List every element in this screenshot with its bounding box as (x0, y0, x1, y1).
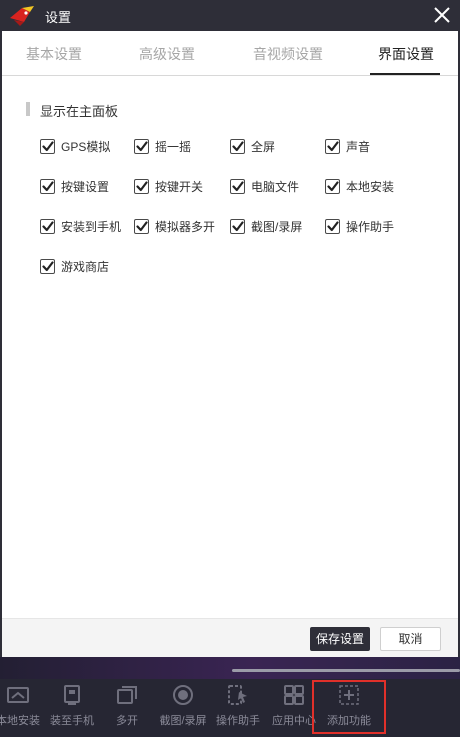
dock-item-install-to-phone[interactable]: 装至手机 (42, 683, 102, 731)
option-label: 本地安装 (346, 180, 395, 194)
checkbox-checked-icon[interactable] (134, 139, 149, 154)
checkbox-checked-icon[interactable] (325, 219, 340, 234)
install-to-phone-icon (64, 685, 80, 705)
dock-item-multi-instance[interactable]: 多开 (97, 683, 157, 731)
window-title: 设置 (45, 10, 72, 25)
tab-audio-video-settings[interactable]: 音视频设置 (253, 44, 323, 64)
dock-label: 装至手机 (50, 715, 94, 727)
dock-item-local-install[interactable]: 本地安装 (0, 683, 48, 731)
section-title: 显示在主面板 (40, 104, 119, 119)
option-label: 操作助手 (346, 220, 395, 234)
checkbox-checked-icon[interactable] (40, 219, 55, 234)
section-marker (26, 102, 30, 116)
dock-label: 本地安装 (0, 715, 40, 727)
add-feature-highlight (312, 680, 386, 734)
close-icon[interactable] (430, 3, 454, 27)
multi-instance-icon (117, 686, 137, 704)
dock-item-screenshot-record[interactable]: 截图/录屏 (153, 683, 213, 731)
active-tab-indicator (370, 73, 440, 75)
checkbox-checked-icon[interactable] (134, 179, 149, 194)
operation-assistant-icon (228, 685, 247, 705)
emulator-toolbar: 本地安装 装至手机 多开 截图/录屏 操作助手 应用中心 添加功能 (0, 657, 460, 737)
checkbox-checked-icon[interactable] (325, 179, 340, 194)
tab-interface-settings[interactable]: 界面设置 (378, 44, 434, 64)
checkbox-checked-icon[interactable] (40, 179, 55, 194)
dock-label: 多开 (116, 715, 138, 727)
checkbox-checked-icon[interactable] (325, 139, 340, 154)
option-label: 全屏 (251, 140, 276, 154)
option-label: 游戏商店 (61, 260, 110, 274)
option-label: 电脑文件 (251, 180, 300, 194)
checkbox-checked-icon[interactable] (134, 219, 149, 234)
dock-label: 操作助手 (216, 715, 260, 727)
option-label: 安装到手机 (61, 220, 122, 234)
app-center-icon (284, 685, 304, 705)
checkbox-checked-icon[interactable] (230, 219, 245, 234)
app-bird-logo-icon (10, 6, 34, 26)
dock-label: 截图/录屏 (159, 715, 207, 727)
checkbox-checked-icon[interactable] (40, 139, 55, 154)
option-label: 摇一摇 (155, 140, 192, 154)
tab-basic-settings[interactable]: 基本设置 (26, 44, 82, 64)
save-button[interactable]: 保存设置 (310, 627, 370, 651)
settings-tabs: 基本设置 高级设置 音视频设置 界面设置 (2, 31, 458, 76)
settings-dialog: 基本设置 高级设置 音视频设置 界面设置 显示在主面板 GPS模拟 摇一摇 全屏 声音… (0, 31, 460, 657)
dock-item-operation-assistant[interactable]: 操作助手 (208, 683, 268, 731)
option-label: 截图/录屏 (251, 220, 303, 234)
horizontal-scrollbar[interactable] (232, 669, 460, 672)
tab-advanced-settings[interactable]: 高级设置 (139, 44, 195, 64)
option-label: 模拟器多开 (155, 220, 216, 234)
option-label: 按键开关 (155, 180, 204, 194)
cancel-button[interactable]: 取消 (380, 627, 441, 651)
checkbox-checked-icon[interactable] (230, 139, 245, 154)
option-label: GPS模拟 (61, 140, 111, 154)
option-label: 声音 (346, 140, 371, 154)
screenshot-record-icon (173, 685, 193, 705)
option-label: 按键设置 (61, 180, 110, 194)
checkbox-checked-icon[interactable] (40, 259, 55, 274)
dialog-footer: 保存设置 取消 (2, 618, 458, 657)
title-bar: 设置 (0, 0, 460, 31)
toolbar-glow (0, 657, 460, 679)
checkbox-checked-icon[interactable] (230, 179, 245, 194)
local-install-icon (7, 687, 29, 703)
